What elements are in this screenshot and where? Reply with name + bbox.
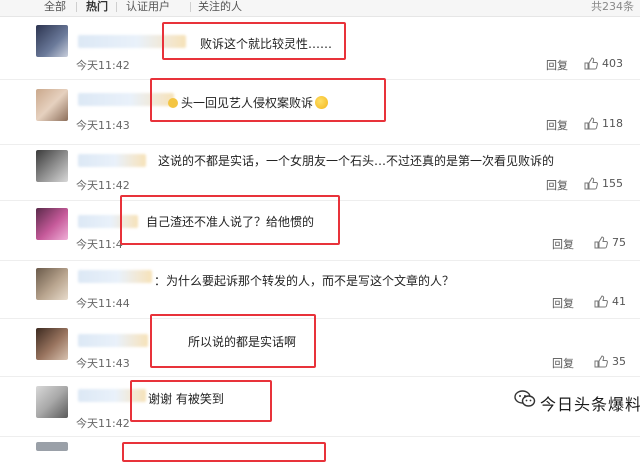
highlight-box [122,442,326,462]
tab-hot[interactable]: 热门 [86,0,108,14]
highlight-box [150,314,316,368]
thumbs-up-icon [594,236,608,249]
avatar[interactable] [36,89,68,121]
comment-time: 今天11:42 [76,59,130,72]
comment-item: 这说的不都是实话，一个女朋友一个石头…不过还真的是第一次看见败诉的 今天11:4… [0,144,640,201]
reply-button[interactable]: 回复 [546,117,568,133]
username-blurred[interactable] [78,270,152,283]
comment-text: 这说的不都是实话，一个女朋友一个石头…不过还真的是第一次看见败诉的 [158,154,555,168]
like-count: 75 [612,236,626,249]
comment-total-count: 共234条 [591,0,634,13]
comment-time: 今天11:43 [76,357,130,370]
comment-time: 今天11:42 [76,417,130,430]
avatar[interactable] [36,442,68,451]
comment-time: 今天11:42 [76,179,130,192]
tab-divider [76,2,77,12]
reply-button[interactable]: 回复 [546,177,568,193]
comment-time: 今天11:4 [76,238,123,251]
tab-all[interactable]: 全部 [44,0,66,14]
comment-item: 所以说的都是实话啊 今天11:43 回复 35 [0,318,640,377]
highlight-box [130,380,272,422]
like-count: 41 [612,295,626,308]
tab-divider [190,2,191,12]
thumbs-up-icon [584,57,598,70]
highlight-box [120,195,340,245]
like-count: 403 [602,57,623,70]
comment-item: ：为什么要起诉那个转发的人，而不是写这个文章的人？ 今天11:44 回复 41 [0,260,640,319]
tab-verified-users[interactable]: 认证用户 [126,0,170,14]
reply-button[interactable]: 回复 [552,236,574,252]
username-blurred[interactable] [78,334,148,347]
highlight-box [150,78,386,122]
tab-following[interactable]: 关注的人 [198,0,242,14]
reply-button[interactable]: 回复 [546,57,568,73]
thumbs-up-icon [584,117,598,130]
avatar[interactable] [36,268,68,300]
reply-button[interactable]: 回复 [552,295,574,311]
reply-button[interactable]: 回复 [552,355,574,371]
comment-text: ：为什么要起诉那个转发的人，而不是写这个文章的人？ [154,274,455,288]
like-count: 35 [612,355,626,368]
like-count: 155 [602,177,623,190]
avatar[interactable] [36,386,68,418]
comment-filter-bar: 全部 热门 认证用户 关注的人 共234条 [0,0,640,17]
avatar[interactable] [36,328,68,360]
avatar[interactable] [36,25,68,57]
comment-time: 今天11:44 [76,297,130,310]
thumbs-up-icon [594,295,608,308]
thumbs-up-icon [584,177,598,190]
comment-time: 今天11:43 [76,119,130,132]
highlight-box [162,22,346,60]
avatar[interactable] [36,150,68,182]
thumbs-up-icon [594,355,608,368]
watermark-text: 今日头条爆料 [540,395,640,414]
watermark: 今日头条爆料 [514,385,640,425]
tab-divider [116,2,117,12]
username-blurred[interactable] [78,154,146,167]
avatar[interactable] [36,208,68,240]
like-count: 118 [602,117,623,130]
wechat-icon [514,390,536,407]
